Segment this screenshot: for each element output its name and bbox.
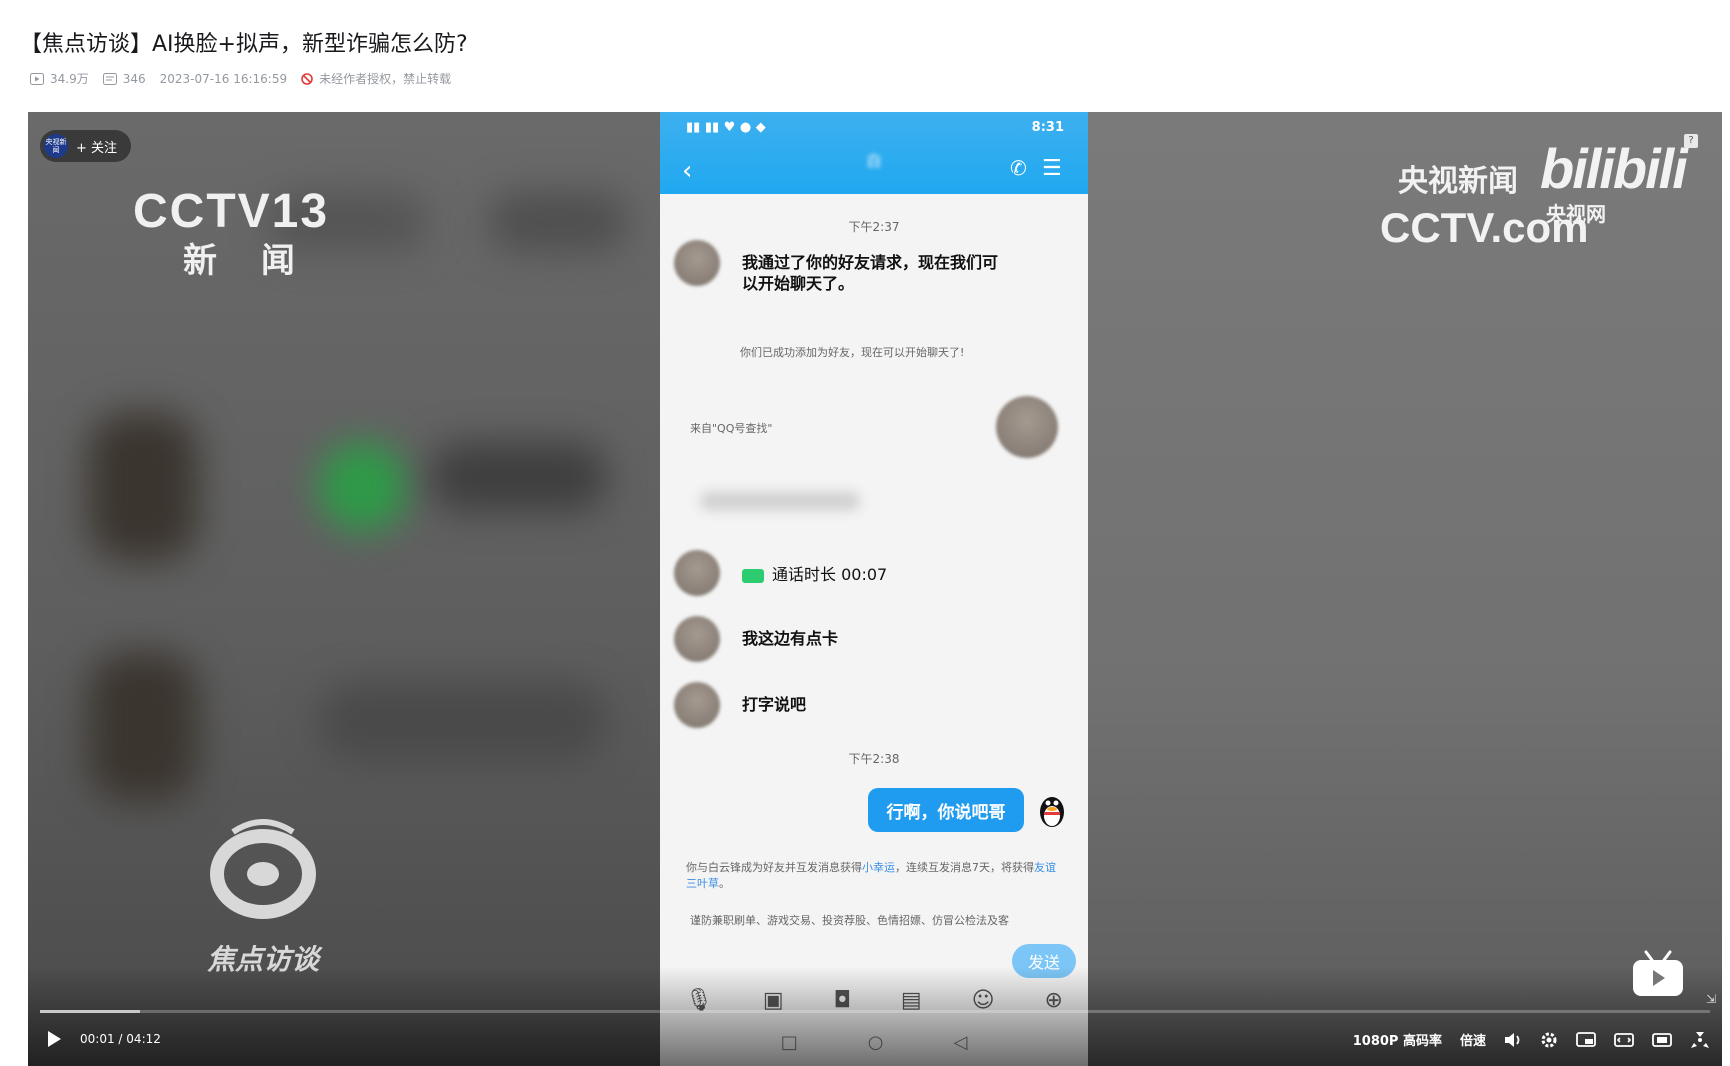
- controls-overlay: [28, 966, 1722, 1066]
- menu-icon: ☰: [1042, 156, 1062, 181]
- chat-message: 打字说吧: [742, 695, 807, 714]
- chat-timestamp: 下午2:37: [848, 220, 900, 234]
- video-background-right: [1088, 112, 1722, 1066]
- avatar: [674, 240, 720, 286]
- copyright-note: 未经作者授权，禁止转载: [301, 70, 451, 87]
- current-time: 00:01: [80, 1032, 115, 1046]
- channel-logo: 央视新闻: [44, 134, 68, 158]
- video-stats: 34.9万 346 2023-07-16 16:16:59 未经作者授权，禁止转…: [30, 70, 451, 87]
- quality-button[interactable]: 1080P 高码率: [1353, 1030, 1442, 1049]
- video-background-left: [28, 112, 660, 1066]
- phone-call-icon: ✆: [1010, 156, 1027, 180]
- lucky-link: 小幸运: [862, 861, 895, 874]
- play-count: 34.9万: [30, 70, 89, 87]
- avatar: [674, 682, 720, 728]
- danmaku-icon: [102, 72, 117, 85]
- my-chat-bubble: 行啊，你说吧哥: [868, 788, 1024, 832]
- play-icon[interactable]: [46, 1030, 62, 1048]
- avatar: [996, 396, 1058, 458]
- speed-button[interactable]: 倍速: [1460, 1030, 1486, 1049]
- controls-left: 00:01 / 04:12: [46, 1030, 161, 1048]
- call-duration-text: 通话时长 00:07: [772, 565, 888, 584]
- fraud-warning: 谨防兼职刷单、游戏交易、投资荐股、色情招嫖、仿冒公检法及客: [690, 914, 1009, 927]
- settings-gear-icon[interactable]: [1540, 1031, 1558, 1049]
- friendship-notice-end: 。: [719, 877, 730, 890]
- back-arrow-icon: ‹: [682, 156, 693, 186]
- status-time: 8:31: [1031, 120, 1064, 135]
- help-icon[interactable]: ?: [1684, 134, 1698, 148]
- jiaodianfangtan-logo-icon: [210, 819, 316, 919]
- cctv13-watermark-text: CCTV13: [133, 185, 330, 238]
- copyright-note-text: 未经作者授权，禁止转载: [319, 72, 452, 86]
- time-separator: /: [118, 1032, 123, 1046]
- expand-arrow-icon[interactable]: ⇲: [1706, 992, 1716, 1006]
- friendship-notice-mid: ，连续互发消息7天，将获得: [895, 861, 1034, 874]
- controls-right: 1080P 高码率 倍速: [1353, 1030, 1710, 1049]
- volume-icon[interactable]: [1504, 1032, 1522, 1048]
- source-note: 来自"QQ号查找": [690, 422, 773, 435]
- cctv13-watermark: CCTV13 新 闻: [133, 184, 329, 282]
- blurred-text: [700, 492, 860, 510]
- signal-icon: ▮▮ ▮▮ ♥ ● ◆: [686, 120, 766, 135]
- call-icon: [742, 568, 764, 583]
- phone-screen: ▮▮ ▮▮ ♥ ● ◆ 8:31 ‹ 白 ✆ ☰ 下午2:37 我通过了你的好友…: [660, 112, 1088, 1066]
- bilibili-logo: bilibili: [1540, 137, 1688, 200]
- play-count-value: 34.9万: [50, 72, 89, 86]
- call-duration: 通话时长 00:07: [742, 564, 887, 585]
- chat-timestamp: 下午2:38: [848, 752, 900, 766]
- progress-fill: [40, 1010, 141, 1013]
- friendship-notice: 你与白云锋成为好友并互发消息获得小幸运，连续互发消息7天，将获得友谊三叶草。: [686, 860, 1066, 892]
- follow-button[interactable]: 央视新闻 + 关注: [40, 130, 132, 162]
- fullscreen-icon[interactable]: [1690, 1031, 1710, 1049]
- jiaodianfangtan-watermark: 焦点访谈: [183, 812, 343, 978]
- bilibili-tv-icon[interactable]: [1630, 950, 1686, 998]
- pip-icon[interactable]: [1576, 1031, 1596, 1048]
- publish-datetime: 2023-07-16 16:16:59: [159, 71, 288, 86]
- avatar: [674, 550, 720, 596]
- follow-label: + 关注: [76, 140, 118, 156]
- danmaku-count-value: 346: [122, 71, 146, 86]
- status-bar: ▮▮ ▮▮ ♥ ● ◆ 8:31: [686, 120, 1064, 135]
- play-count-icon: [30, 72, 44, 85]
- qq-penguin-icon: [1040, 797, 1064, 827]
- system-notice: 你们已成功添加为好友，现在可以开始聊天了!: [740, 346, 965, 359]
- chat-message: 我通过了你的好友请求，现在我们可以开始聊天了。: [742, 253, 999, 293]
- forbidden-icon: [301, 72, 313, 85]
- widescreen-icon[interactable]: [1614, 1032, 1634, 1048]
- web-fullscreen-icon[interactable]: [1652, 1032, 1672, 1048]
- friendship-notice-prefix: 你与白云锋成为好友并互发消息获得: [686, 861, 862, 874]
- danmaku-count: 346: [102, 71, 146, 86]
- video-player[interactable]: 央视新闻 + 关注 CCTV13 新 闻 焦点访谈 央视新闻 bilibili …: [28, 112, 1722, 1066]
- time-display: 00:01 / 04:12: [80, 1032, 161, 1046]
- chat-message: 我这边有点卡: [742, 629, 839, 648]
- avatar: [674, 616, 720, 662]
- chat-header: ▮▮ ▮▮ ♥ ● ◆ 8:31 ‹ 白 ✆ ☰: [660, 112, 1088, 194]
- cctv-news-watermark: 央视新闻: [1398, 164, 1518, 199]
- cctv13-watermark-sub: 新 闻: [183, 241, 311, 281]
- contact-name: 白: [866, 152, 882, 170]
- cctv-site-watermark: 央视网: [1546, 202, 1606, 226]
- progress-bar[interactable]: [40, 1010, 1710, 1013]
- video-title: 【焦点访谈】AI换脸+拟声，新型诈骗怎么防?: [20, 32, 468, 57]
- total-time: 04:12: [126, 1032, 161, 1046]
